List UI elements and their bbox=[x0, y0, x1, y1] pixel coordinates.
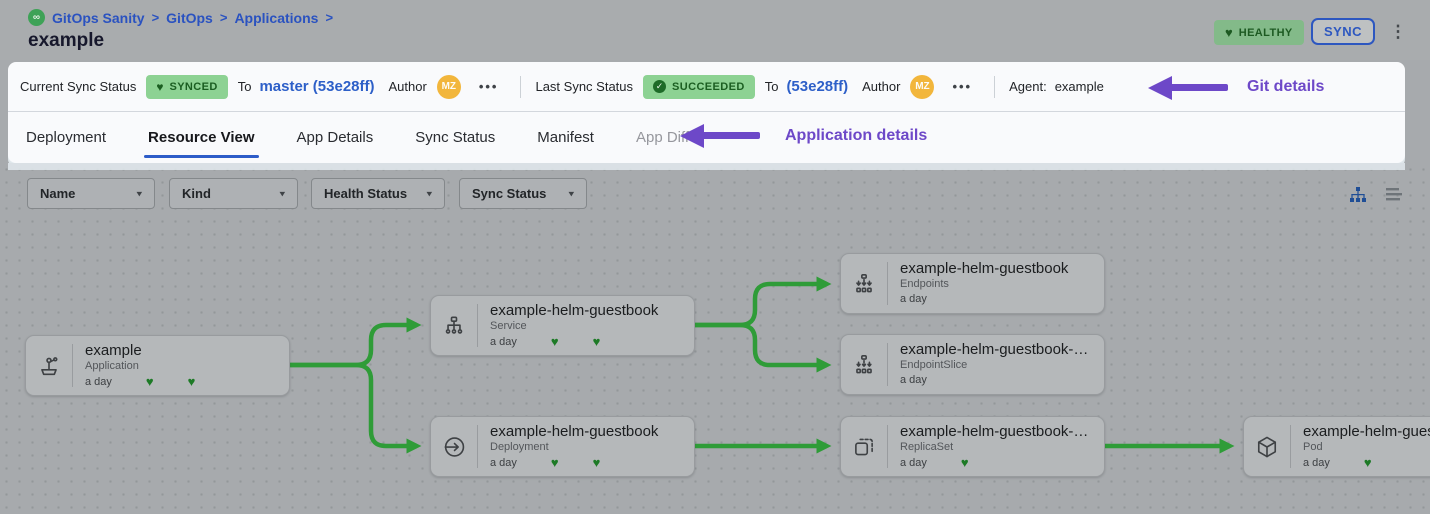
tab-deployment[interactable]: Deployment bbox=[26, 112, 106, 163]
node-deployment-example-helm-guestbook[interactable]: example-helm-guestbook Deployment a day ♥… bbox=[430, 416, 695, 477]
author-label: Author bbox=[389, 79, 427, 94]
health-heart-icon: ♥ bbox=[961, 456, 969, 469]
health-heart-icon: ♥ bbox=[551, 456, 559, 469]
heart-icon: ♥ bbox=[1225, 26, 1233, 39]
node-service-example-helm-guestbook[interactable]: example-helm-guestbook Service a day ♥ ♥ bbox=[430, 295, 695, 356]
to-label: To bbox=[238, 79, 252, 94]
application-details-annotation: Application details bbox=[785, 127, 927, 145]
list-view-icon[interactable] bbox=[1383, 184, 1405, 206]
node-age: a day bbox=[900, 457, 927, 469]
current-revision-link[interactable]: master (53e28ff) bbox=[259, 78, 374, 95]
last-sync-status-label: Last Sync Status bbox=[535, 79, 633, 94]
tab-manifest[interactable]: Manifest bbox=[537, 112, 594, 163]
deployment-icon bbox=[431, 417, 477, 476]
more-options-icon[interactable]: ••• bbox=[952, 79, 972, 94]
author-label: Author bbox=[862, 79, 900, 94]
node-kind: EndpointSlice bbox=[900, 359, 1094, 371]
node-kind: Service bbox=[490, 320, 684, 332]
breadcrumb-applications[interactable]: Applications bbox=[234, 10, 318, 26]
panel-shadow bbox=[8, 163, 1405, 170]
filter-sync-status-dropdown[interactable]: Sync Status▾ bbox=[459, 178, 587, 209]
chevron-down-icon: ▾ bbox=[568, 188, 574, 198]
node-title: example-helm-guestbook bbox=[490, 302, 684, 319]
health-heart-icon: ♥ bbox=[593, 335, 601, 348]
node-endpointslice-example-helm-guestbook-ct[interactable]: example-helm-guestbook-ct... EndpointSli… bbox=[840, 334, 1105, 395]
tab-sync-status[interactable]: Sync Status bbox=[415, 112, 495, 163]
node-kind: Pod bbox=[1303, 441, 1430, 453]
node-age: a day bbox=[490, 336, 517, 348]
replicaset-icon bbox=[841, 417, 887, 476]
node-kind: Deployment bbox=[490, 441, 684, 453]
node-kind: Endpoints bbox=[900, 278, 1094, 290]
breadcrumb-separator: > bbox=[220, 10, 228, 25]
node-age: a day bbox=[900, 293, 927, 305]
filter-name-dropdown[interactable]: Name▾ bbox=[27, 178, 155, 209]
check-circle-icon: ✓ bbox=[653, 80, 666, 93]
node-title: example bbox=[85, 342, 279, 359]
node-kind: ReplicaSet bbox=[900, 441, 1094, 453]
succeeded-badge: ✓ SUCCEEDED bbox=[643, 75, 755, 99]
page-title: example bbox=[28, 30, 104, 52]
node-age: a day bbox=[900, 374, 927, 386]
node-pod-example-helm-guest[interactable]: example-helm-guest Pod a day ♥ bbox=[1243, 416, 1430, 477]
header: ∞ GitOps Sanity > GitOps > Applications … bbox=[0, 0, 1430, 60]
node-age: a day bbox=[85, 376, 112, 388]
more-options-icon[interactable]: ••• bbox=[479, 79, 499, 94]
kebab-menu-icon[interactable]: ⋮ bbox=[1390, 18, 1406, 46]
health-heart-icon: ♥ bbox=[551, 335, 559, 348]
application-icon bbox=[26, 336, 72, 395]
tab-app-details[interactable]: App Details bbox=[297, 112, 374, 163]
node-title: example-helm-guestbook bbox=[490, 423, 684, 440]
chevron-down-icon: ▾ bbox=[279, 188, 285, 198]
app-details-panel: Current Sync Status ♥ SYNCED To master (… bbox=[8, 62, 1405, 163]
last-revision-link[interactable]: (53e28ff) bbox=[786, 78, 848, 95]
node-age: a day bbox=[1303, 457, 1330, 469]
health-heart-icon: ♥ bbox=[593, 456, 601, 469]
breadcrumb-separator: > bbox=[152, 10, 160, 25]
tree-view-icon[interactable] bbox=[1347, 184, 1369, 206]
heart-icon: ♥ bbox=[156, 81, 163, 93]
breadcrumb-gitops[interactable]: GitOps bbox=[166, 10, 213, 26]
node-application-example[interactable]: example Application a day ♥ ♥ bbox=[25, 335, 290, 396]
current-sync-status-label: Current Sync Status bbox=[20, 79, 136, 94]
to-label: To bbox=[765, 79, 779, 94]
node-endpoints-example-helm-guestbook[interactable]: example-helm-guestbook Endpoints a day bbox=[840, 253, 1105, 314]
gitops-logo-icon: ∞ bbox=[28, 9, 45, 26]
breadcrumb-gitops-sanity[interactable]: GitOps Sanity bbox=[52, 10, 145, 26]
node-title: example-helm-guestbook bbox=[900, 260, 1094, 277]
sync-button[interactable]: SYNC bbox=[1311, 18, 1375, 45]
chevron-down-icon: ▾ bbox=[136, 188, 142, 198]
health-heart-icon: ♥ bbox=[1364, 456, 1372, 469]
author-avatar[interactable]: MZ bbox=[437, 75, 461, 99]
pod-icon bbox=[1244, 417, 1290, 476]
chevron-down-icon: ▾ bbox=[426, 188, 432, 198]
node-title: example-helm-guestbook-ct... bbox=[900, 341, 1094, 358]
service-icon bbox=[431, 296, 477, 355]
breadcrumb-separator: > bbox=[325, 10, 333, 25]
agent-label: Agent: bbox=[1009, 79, 1047, 94]
health-heart-icon: ♥ bbox=[188, 375, 196, 388]
node-title: example-helm-guest bbox=[1303, 423, 1430, 440]
health-status-badge: ♥ HEALTHY bbox=[1214, 20, 1304, 45]
filter-health-status-dropdown[interactable]: Health Status▾ bbox=[311, 178, 445, 209]
author-avatar[interactable]: MZ bbox=[910, 75, 934, 99]
node-age: a day bbox=[490, 457, 517, 469]
node-replicaset-example-helm-guestbook-74[interactable]: example-helm-guestbook-74... ReplicaSet … bbox=[840, 416, 1105, 477]
filter-kind-dropdown[interactable]: Kind▾ bbox=[169, 178, 298, 209]
endpoints-icon bbox=[841, 254, 887, 313]
health-heart-icon: ♥ bbox=[146, 375, 154, 388]
synced-badge: ♥ SYNCED bbox=[146, 75, 227, 99]
node-kind: Application bbox=[85, 360, 279, 372]
tab-resource-view[interactable]: Resource View bbox=[148, 112, 254, 163]
git-details-annotation: Git details bbox=[1247, 78, 1324, 96]
breadcrumb: ∞ GitOps Sanity > GitOps > Applications … bbox=[28, 9, 333, 26]
endpointslice-icon bbox=[841, 335, 887, 394]
node-title: example-helm-guestbook-74... bbox=[900, 423, 1094, 440]
divider bbox=[994, 76, 995, 98]
agent-value: example bbox=[1055, 79, 1104, 94]
divider bbox=[520, 76, 521, 98]
